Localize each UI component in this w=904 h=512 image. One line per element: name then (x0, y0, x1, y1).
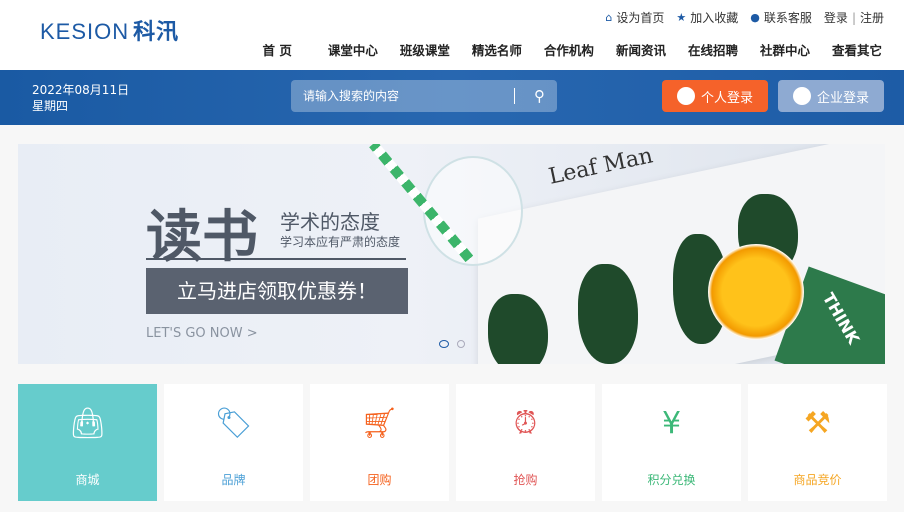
banner-carousel[interactable]: Leaf Man THINK 读书 学术的态度 学习本应有严肃的态度 立马进店领… (18, 144, 885, 364)
logo[interactable]: KESION 科汛 (40, 14, 179, 46)
nav-news[interactable]: 新闻资讯 (616, 40, 666, 59)
top-links: ⌂ 设为首页 ★ 加入收藏 ● 联系客服 登录 | 注册 (605, 9, 884, 26)
user-icon (676, 87, 695, 105)
search-bar-strip: 2022年08月11日 星期四 请输入搜索的内容 ⚲ 个人登录 企业登录 (0, 70, 904, 125)
star-icon: ★ (676, 11, 687, 24)
divider (514, 88, 515, 104)
date-display: 2022年08月11日 星期四 (32, 83, 130, 113)
login-link[interactable]: 登录 (824, 9, 848, 26)
register-link[interactable]: 注册 (860, 9, 884, 26)
tile-flash-sale[interactable]: ⏰︎ 抢购 (456, 384, 595, 501)
nav-classroom[interactable]: 课堂中心 (328, 40, 378, 59)
personal-login-button[interactable]: 个人登录 (662, 80, 768, 112)
nav-jobs[interactable]: 在线招聘 (688, 40, 738, 59)
banner-subtitle: 学术的态度 (280, 210, 380, 234)
tile-group-buy[interactable]: 🛒︎ 团购 (310, 384, 449, 501)
alarm-clock-icon: ⏰︎ (513, 406, 538, 441)
user-icon: ● (750, 11, 760, 24)
tag-icon: 🏷︎ (214, 406, 253, 441)
set-homepage-link[interactable]: ⌂ 设为首页 (605, 9, 664, 26)
enterprise-login-button[interactable]: 企业登录 (778, 80, 884, 112)
plant-image (488, 294, 548, 364)
add-favorite-link[interactable]: ★ 加入收藏 (676, 9, 738, 26)
cart-icon: 🛒︎ (360, 406, 399, 441)
category-tiles: 👜︎ 商城 🏷︎ 品牌 🛒︎ 团购 ⏰︎ 抢购 ¥ 积分兑换 ⚒︎ 商品竞价 (18, 384, 887, 501)
search-input[interactable]: 请输入搜索的内容 ⚲ (291, 80, 557, 112)
nav-class[interactable]: 班级课堂 (400, 40, 450, 59)
header: KESION 科汛 ⌂ 设为首页 ★ 加入收藏 ● 联系客服 登录 | 注册 首 页 课堂中… (0, 0, 904, 70)
divider: | (851, 10, 856, 25)
main-nav: 首 页 课堂中心 班级课堂 精选名师 合作机构 新闻资讯 在线招聘 社群中心 查… (263, 40, 882, 59)
yen-coin-icon: ¥ (661, 406, 682, 441)
contact-service-link[interactable]: ● 联系客服 (750, 9, 812, 26)
home-icon: ⌂ (605, 11, 613, 24)
carousel-dots (439, 340, 465, 348)
shopping-bag-icon: 👜︎ (68, 406, 107, 441)
tile-points-exchange[interactable]: ¥ 积分兑换 (602, 384, 741, 501)
book-title: Leaf Man (546, 144, 656, 190)
divider (146, 258, 406, 260)
coupon-cta[interactable]: 立马进店领取优惠券！ (146, 268, 408, 314)
search-icon[interactable]: ⚲ (534, 80, 545, 112)
banner-tagline: 学习本应有严肃的态度 (280, 235, 401, 249)
nav-home[interactable]: 首 页 (263, 40, 292, 59)
tile-mall[interactable]: 👜︎ 商城 (18, 384, 157, 501)
tile-auction[interactable]: ⚒︎ 商品竞价 (748, 384, 887, 501)
nav-more[interactable]: 查看其它 (832, 40, 882, 59)
banner-title: 读书 (146, 205, 258, 270)
go-now-link[interactable]: LET'S GO NOW > (146, 326, 258, 341)
carousel-dot-1[interactable] (439, 340, 449, 348)
building-icon (792, 87, 811, 105)
tile-brand[interactable]: 🏷︎ 品牌 (164, 384, 303, 501)
carousel-dot-2[interactable] (457, 340, 465, 348)
nav-community[interactable]: 社群中心 (760, 40, 810, 59)
orange-image (708, 244, 804, 340)
glass-image (423, 156, 523, 266)
nav-teachers[interactable]: 精选名师 (472, 40, 522, 59)
plant-image (578, 264, 638, 364)
auction-hammer-icon: ⚒︎ (804, 406, 831, 441)
nav-partners[interactable]: 合作机构 (544, 40, 594, 59)
